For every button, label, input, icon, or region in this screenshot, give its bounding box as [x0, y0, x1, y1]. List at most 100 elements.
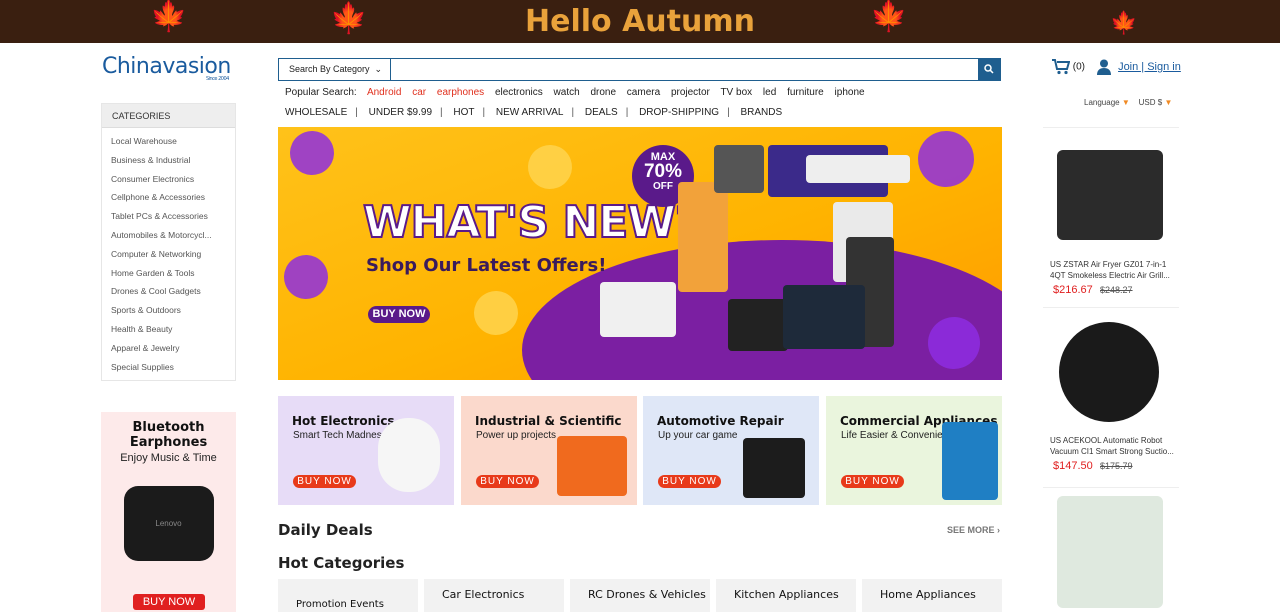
popular-search-link[interactable]: Android: [367, 87, 401, 98]
robot-vacuum-image: [1059, 322, 1159, 422]
cart-icon: [1052, 59, 1071, 75]
autumn-top-banner[interactable]: 🍁 🍁 🍁 🍁 Hello Autumn: [0, 0, 1280, 43]
feature-card-hot-electronics[interactable]: Hot Electronics Smart Tech Madness BUY N…: [278, 396, 454, 505]
popular-search-link[interactable]: electronics: [495, 87, 543, 98]
see-more-link[interactable]: SEE MORE ›: [947, 525, 1000, 535]
nav-hot[interactable]: HOT: [453, 107, 474, 118]
product-card[interactable]: US ZSTAR Air Fryer GZ01 7-in-1 4QT Smoke…: [1043, 127, 1179, 305]
category-item[interactable]: Business & Industrial: [102, 151, 235, 170]
chevron-right-icon: ›: [997, 525, 1001, 535]
category-item[interactable]: Sports & Outdoors: [102, 301, 235, 320]
nav-deals[interactable]: DEALS: [585, 107, 618, 118]
category-item[interactable]: Health & Beauty: [102, 320, 235, 339]
nav-separator: |: [440, 107, 443, 118]
product-card[interactable]: US ACEKOOL Automatic Robot Vacuum CI1 Sm…: [1043, 307, 1179, 485]
category-item[interactable]: Tablet PCs & Accessories: [102, 207, 235, 226]
category-item[interactable]: Local Warehouse: [102, 132, 235, 151]
projector-image: [600, 282, 676, 337]
dslr-image: [728, 299, 788, 351]
popular-search-link[interactable]: drone: [590, 87, 616, 98]
card-subtitle: Power up projects: [476, 430, 557, 441]
category-item[interactable]: Consumer Electronics: [102, 170, 235, 189]
caret-down-icon: ▼: [1164, 98, 1173, 107]
popular-search-link[interactable]: earphones: [437, 87, 484, 98]
product-name: US ZSTAR Air Fryer GZ01 7-in-1 4QT Smoke…: [1050, 260, 1170, 280]
promo-title: Bluetooth Earphones: [129, 420, 208, 450]
search-button[interactable]: [978, 59, 1000, 80]
feature-card-commercial[interactable]: Commercial Appliances Life Easier & Conv…: [826, 396, 1002, 505]
card-title: Hot Electronics: [292, 414, 395, 428]
search-input[interactable]: [392, 59, 977, 80]
dispenser-image: [678, 182, 728, 292]
recommended-products: US ZSTAR Air Fryer GZ01 7-in-1 4QT Smoke…: [1043, 127, 1179, 612]
locale-selectors: Language ▼ USD $ ▼: [1084, 98, 1172, 107]
category-item[interactable]: Drones & Cool Gadgets: [102, 282, 235, 301]
feature-card-automotive[interactable]: Automotive Repair Up your car game BUY N…: [643, 396, 819, 505]
card-buy-now-button[interactable]: BUY NOW: [293, 475, 356, 488]
nav-brands[interactable]: BRANDS: [740, 107, 782, 118]
tab-car-electronics[interactable]: Car Electronics: [424, 579, 564, 612]
dehumidifier-image: [942, 422, 998, 500]
category-item[interactable]: Cellphone & Accessories: [102, 188, 235, 207]
hot-categories-heading: Hot Categories: [278, 554, 405, 572]
heart-decoration-icon: [278, 248, 335, 306]
caret-down-icon: ▼: [1121, 98, 1130, 107]
popular-search-link[interactable]: camera: [627, 87, 660, 98]
tab-promotion-events[interactable]: Promotion Events: [278, 579, 418, 612]
product-name: US ACEKOOL Automatic Robot Vacuum CI1 Sm…: [1050, 436, 1174, 456]
category-item[interactable]: Home Garden & Tools: [102, 264, 235, 283]
language-label: Language: [1084, 98, 1120, 107]
product-card[interactable]: [1043, 487, 1179, 612]
feature-card-industrial[interactable]: Industrial & Scientific Power up project…: [461, 396, 637, 505]
daily-deals-heading: Daily Deals: [278, 521, 373, 539]
category-item[interactable]: Apparel & Jewelry: [102, 339, 235, 358]
category-item[interactable]: Computer & Networking: [102, 245, 235, 264]
join-signin-link[interactable]: Join | Sign in: [1118, 61, 1181, 73]
card-buy-now-button[interactable]: BUY NOW: [841, 475, 904, 488]
popular-search-link[interactable]: iphone: [835, 87, 865, 98]
main-nav: WHOLESALE | UNDER $9.99 | HOT | NEW ARRIVAL…: [285, 107, 782, 118]
nav-separator: |: [727, 107, 730, 118]
earphones-promo[interactable]: Bluetooth Earphones Enjoy Music & Time L…: [101, 412, 236, 612]
popular-search-link[interactable]: projector: [671, 87, 710, 98]
popular-search-link[interactable]: car: [412, 87, 426, 98]
fan-image: [714, 145, 764, 193]
card-buy-now-button[interactable]: BUY NOW: [658, 475, 721, 488]
popular-search-link[interactable]: led: [763, 87, 776, 98]
hero-buy-now-button[interactable]: BUY NOW: [368, 306, 430, 323]
popular-search-link[interactable]: furniture: [787, 87, 824, 98]
site-logo[interactable]: Chinavasion Since 2004: [102, 54, 231, 82]
tab-kitchen-appliances[interactable]: Kitchen Appliances: [716, 579, 856, 612]
nav-separator: |: [571, 107, 575, 118]
hero-banner[interactable]: WHAT'S NEW? Shop Our Latest Offers! BUY …: [278, 127, 1002, 380]
search-category-label: Search By Category: [289, 64, 370, 74]
categories-header: CATEGORIES: [102, 104, 235, 128]
category-item[interactable]: Automobiles & Motorcycl...: [102, 226, 235, 245]
earbuds-brand: Lenovo: [155, 519, 182, 528]
indoor-garden-image: [1057, 496, 1163, 608]
hot-categories-tabs: Promotion Events Car Electronics RC Dron…: [278, 579, 1002, 612]
nav-new-arrival[interactable]: NEW ARRIVAL: [496, 107, 564, 118]
search-icon: [984, 64, 994, 74]
search-category-select[interactable]: Search By Category ⌄: [279, 59, 391, 80]
language-select[interactable]: Language ▼: [1084, 98, 1130, 107]
account-area: Join | Sign in: [1097, 59, 1181, 75]
nav-wholesale[interactable]: WHOLESALE: [285, 107, 347, 118]
promo-buy-now-button[interactable]: BUY NOW: [133, 594, 205, 610]
nav-separator: |: [625, 107, 629, 118]
popular-search-link[interactable]: TV box: [720, 87, 752, 98]
heart-decoration-icon: [521, 138, 579, 196]
cart-button[interactable]: (0): [1052, 59, 1085, 75]
currency-select[interactable]: USD $ ▼: [1139, 98, 1173, 107]
fuel-tank-image: [743, 438, 805, 498]
nav-drop-shipping[interactable]: DROP-SHIPPING: [639, 107, 719, 118]
tab-rc-drones[interactable]: RC Drones & Vehicles: [570, 579, 710, 612]
nav-separator: |: [482, 107, 486, 118]
product-price: $216.67: [1053, 284, 1093, 296]
nav-under-9[interactable]: UNDER $9.99: [369, 107, 432, 118]
card-buy-now-button[interactable]: BUY NOW: [476, 475, 539, 488]
heart-decoration-icon: [283, 127, 341, 182]
popular-search-link[interactable]: watch: [554, 87, 580, 98]
category-item[interactable]: Special Supplies: [102, 358, 235, 377]
tab-home-appliances[interactable]: Home Appliances: [862, 579, 1002, 612]
